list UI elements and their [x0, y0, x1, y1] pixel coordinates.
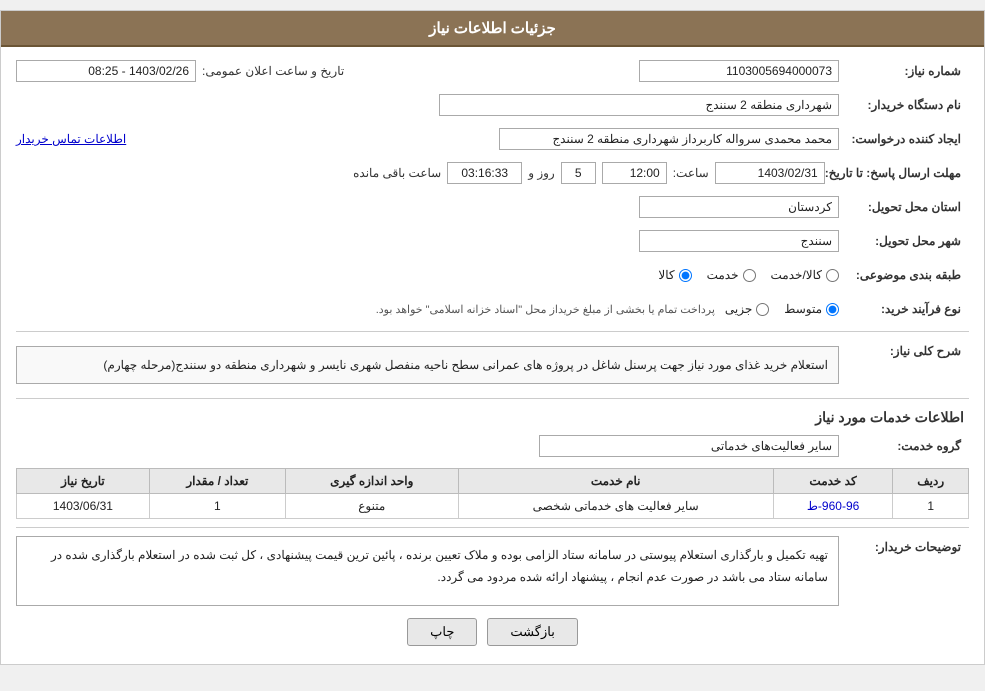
cell-qty: 1 — [149, 494, 285, 519]
cell-row: 1 — [893, 494, 969, 519]
category-option-khadamat[interactable]: خدمت — [707, 268, 756, 282]
col-code: کد خدمت — [773, 469, 893, 494]
need-number-value: 1103005694000073 — [639, 60, 839, 82]
city-value: سنندج — [639, 230, 839, 252]
table-row: 1960-96-طسایر فعالیت های خدماتی شخصیمتنو… — [17, 494, 969, 519]
date-announce-value: 1403/02/26 - 08:25 — [16, 60, 196, 82]
category-label: طبقه بندی موضوعی: — [839, 268, 969, 282]
contact-link[interactable]: اطلاعات تماس خریدار — [16, 132, 126, 146]
date-announce-label: تاریخ و ساعت اعلان عمومی: — [202, 64, 344, 78]
category-radio-group: کالا/خدمت خدمت کالا — [658, 268, 839, 282]
deadline-remain: 03:16:33 — [447, 162, 522, 184]
deadline-label: مهلت ارسال پاسخ: تا تاریخ: — [825, 166, 969, 180]
page-title: جزئیات اطلاعات نیاز — [429, 20, 556, 37]
cell-name: سایر فعالیت های خدماتی شخصی — [458, 494, 773, 519]
buyer-org-label: نام دستگاه خریدار: — [839, 98, 969, 112]
creator-label: ایجاد کننده درخواست: — [839, 132, 969, 146]
service-group-label: گروه خدمت: — [839, 439, 969, 453]
purchase-type-radio-group: متوسط جزیی — [725, 302, 839, 316]
page-header: جزئیات اطلاعات نیاز — [1, 11, 984, 47]
purchase-type-jozi[interactable]: جزیی — [725, 302, 769, 316]
col-name: نام خدمت — [458, 469, 773, 494]
cell-date: 1403/06/31 — [17, 494, 150, 519]
col-row: ردیف — [893, 469, 969, 494]
col-qty: تعداد / مقدار — [149, 469, 285, 494]
purchase-type-note: پرداخت تمام یا بخشی از مبلغ خریداز محل "… — [376, 303, 715, 316]
purchase-type-label: نوع فرآیند خرید: — [839, 302, 969, 316]
back-button[interactable]: بازگشت — [487, 618, 577, 646]
deadline-time: 12:00 — [602, 162, 667, 184]
general-desc-value: استعلام خرید غذای مورد نیاز جهت پرسنل شا… — [16, 346, 839, 384]
services-section-title: اطلاعات خدمات مورد نیاز — [16, 409, 969, 426]
cell-unit: متنوع — [285, 494, 458, 519]
need-number-label: شماره نیاز: — [839, 64, 969, 78]
buyer-notes-label: توضیحات خریدار: — [839, 536, 969, 554]
button-row: بازگشت چاپ — [16, 618, 969, 646]
creator-value: محمد محمدی سرواله کاربرداز شهرداری منطقه… — [499, 128, 839, 150]
deadline-time-label: ساعت: — [673, 166, 709, 180]
city-label: شهر محل تحویل: — [839, 234, 969, 248]
province-label: استان محل تحویل: — [839, 200, 969, 214]
province-value: کردستان — [639, 196, 839, 218]
print-button[interactable]: چاپ — [407, 618, 477, 646]
cell-code: 960-96-ط — [773, 494, 893, 519]
general-desc-label: شرح کلی نیاز: — [839, 340, 969, 358]
buyer-org-value: شهرداری منطقه 2 سنندج — [439, 94, 839, 116]
category-option-kala-khadamat[interactable]: کالا/خدمت — [771, 268, 839, 282]
buyer-notes-value: تهیه تکمیل و بارگذاری استعلام پیوستی در … — [16, 536, 839, 606]
purchase-type-mottavas[interactable]: متوسط — [784, 302, 839, 316]
service-group-value: سایر فعالیت‌های خدماتی — [539, 435, 839, 457]
category-option-kala[interactable]: کالا — [658, 268, 691, 282]
deadline-remain-label: ساعت باقی مانده — [353, 166, 441, 180]
deadline-days-label: روز و — [528, 166, 555, 180]
col-date: تاریخ نیاز — [17, 469, 150, 494]
deadline-date: 1403/02/31 — [715, 162, 825, 184]
col-unit: واحد اندازه گیری — [285, 469, 458, 494]
deadline-days: 5 — [561, 162, 596, 184]
services-table: ردیف کد خدمت نام خدمت واحد اندازه گیری ت… — [16, 468, 969, 519]
